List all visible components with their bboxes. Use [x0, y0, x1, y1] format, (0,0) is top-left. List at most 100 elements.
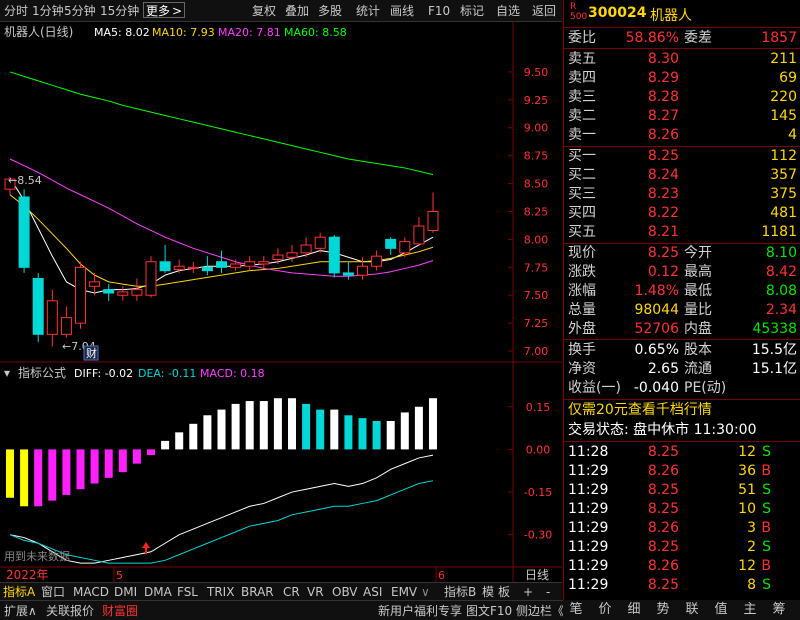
tab-xi[interactable]: 细 [621, 602, 647, 618]
tick-volume: 10 [738, 501, 756, 517]
order-volume: 375 [770, 186, 797, 202]
toolbar-item-fuquan[interactable]: 复权 [252, 3, 276, 19]
tab-fsl[interactable]: FSL [176, 584, 199, 600]
order-label: 卖一 [568, 127, 596, 143]
tab-trix[interactable]: TRIX [206, 584, 235, 600]
toolbar-item-5min[interactable]: 5分钟 [64, 3, 96, 19]
trade-status-text: 交易状态: 盘中休市 11:30:00 [568, 422, 757, 438]
order-label: 买五 [568, 224, 596, 240]
stat-row: 换手 0.65% 股本 15.5亿 [564, 341, 800, 360]
candle-body [314, 236, 326, 249]
sell-row: 卖四 8.29 69 [564, 69, 800, 88]
toolbar-item-more[interactable]: 更多 > [143, 2, 186, 18]
tab-shi[interactable]: 势 [650, 602, 676, 618]
expand-button[interactable]: 扩展∧ [4, 603, 37, 619]
fortune-circle-button[interactable]: 财富圈 [102, 603, 138, 619]
indicator-arrow-icon[interactable]: ▾ [4, 366, 10, 380]
period-label[interactable]: 日线 [525, 568, 549, 582]
sell-row: 卖二 8.27 145 [564, 107, 800, 126]
toolbar-item-fenshi[interactable]: 分时 [4, 3, 28, 19]
order-price: 8.22 [647, 205, 679, 221]
toolbar-item-diejia[interactable]: 叠加 [285, 3, 309, 19]
order-price: 8.21 [647, 224, 679, 240]
toolbar-item-tongji[interactable]: 统计 [356, 3, 380, 19]
ma20-label: MA20: 7.81 [218, 26, 281, 39]
tab-brar[interactable]: BRAR [240, 584, 275, 600]
price-label: 8.25 [524, 205, 549, 218]
dea-line [9, 480, 434, 564]
tab-lian[interactable]: 联 [679, 602, 705, 618]
tick-side: B [761, 463, 771, 479]
tab-jia[interactable]: 价 [592, 602, 618, 618]
tab-asi[interactable]: ASI [362, 584, 383, 600]
new-user-promo-button[interactable]: 新用户福利专享 [378, 603, 462, 619]
ma5-label: MA5: 8.02 [94, 26, 150, 39]
tick-price: 8.25 [647, 501, 679, 517]
macd-bar [400, 412, 409, 450]
tab-vr[interactable]: VR [306, 584, 325, 600]
candle-body [342, 272, 354, 276]
toolbar-item-biaoji[interactable]: 标记 [460, 3, 484, 19]
tab-indicator-a[interactable]: 指标A [2, 584, 36, 600]
stat-row: 总量 98044 量比 2.34 [564, 301, 800, 320]
toolbar-item-zixuan[interactable]: 自选 [496, 3, 520, 19]
promo-banner[interactable]: 仅需20元查看千档行情 [564, 401, 800, 420]
macd-bar [147, 449, 155, 456]
macd-bar [189, 423, 198, 450]
tick-price: 8.26 [647, 520, 679, 536]
tab-dmi[interactable]: DMI [113, 584, 138, 600]
tick-row: 11:29 8.25 8 S [564, 576, 800, 595]
plus-icon[interactable]: + [522, 584, 534, 600]
minus-icon[interactable]: - [545, 584, 551, 600]
tick-volume: 51 [738, 482, 756, 498]
tab-cr[interactable]: CR [282, 584, 301, 600]
indicator-name[interactable]: 指标公式 [18, 365, 66, 380]
weicha-label: 委差 [684, 30, 712, 46]
macd-bar [414, 406, 423, 450]
toolbar-item-duogu[interactable]: 多股 [318, 3, 342, 19]
toolbar-item-1min[interactable]: 1分钟 [32, 3, 64, 19]
tab-emv[interactable]: EMV [390, 584, 418, 600]
sidebar-toggle-button[interactable]: 侧边栏《 [516, 603, 564, 619]
tick-price: 8.25 [647, 577, 679, 593]
stat-label: 换手 [568, 342, 596, 358]
more-label: 更多 [146, 4, 171, 18]
stat-label: 最高 [684, 264, 712, 280]
tab-indicator-b[interactable]: 指标B [443, 584, 477, 600]
macd-bar [259, 401, 268, 450]
toolbar-item-fanhui[interactable]: 返回 [532, 3, 556, 19]
divider [564, 399, 800, 400]
tab-zhu[interactable]: 主 [737, 602, 763, 618]
toolbar-item-15min[interactable]: 15分钟 [100, 3, 139, 19]
stat-label: 最低 [684, 283, 712, 299]
related-quotes-button[interactable]: 关联报价 [46, 603, 94, 619]
macd-axis-label: 0.15 [526, 401, 551, 414]
tab-bi[interactable]: 笔 [563, 602, 589, 618]
f10-graphic-button[interactable]: 图文F10 [466, 603, 512, 619]
tab-dma[interactable]: DMA [143, 584, 173, 600]
tab-window[interactable]: 窗口 [40, 584, 66, 600]
tab-macd[interactable]: MACD [72, 584, 110, 600]
tab-obv[interactable]: OBV [331, 584, 359, 600]
order-label: 买四 [568, 205, 596, 221]
tab-zhi[interactable]: 值 [708, 602, 734, 618]
candle-body [328, 236, 340, 274]
chevron-right-icon: > [171, 4, 183, 18]
stat-value: 8.42 [765, 264, 797, 280]
price-label: 7.00 [524, 345, 549, 358]
stat-value: 15.1亿 [751, 361, 797, 377]
kline-chart[interactable]: 9.50 9.25 9.00 8.75 8.50 8.25 8.00 7.75 7.50 7.25… [0, 22, 562, 582]
order-volume: 69 [779, 70, 797, 86]
tick-volume: 12 [738, 444, 756, 460]
tick-time: 11:29 [568, 539, 609, 555]
toolbar-item-huaxian[interactable]: 画线 [390, 3, 414, 19]
order-price: 8.26 [647, 127, 679, 143]
tick-row: 11:29 8.25 10 S [564, 500, 800, 519]
tab-chou[interactable]: 筹 [766, 602, 792, 618]
toolbar-item-f10[interactable]: F10 [428, 3, 450, 19]
tick-side: S [762, 577, 771, 593]
tab-dropdown-icon[interactable]: ∨ [420, 584, 431, 600]
macd-bar [217, 409, 226, 450]
tab-board[interactable]: 板 [497, 584, 511, 600]
tab-template[interactable]: 模 [481, 584, 495, 600]
